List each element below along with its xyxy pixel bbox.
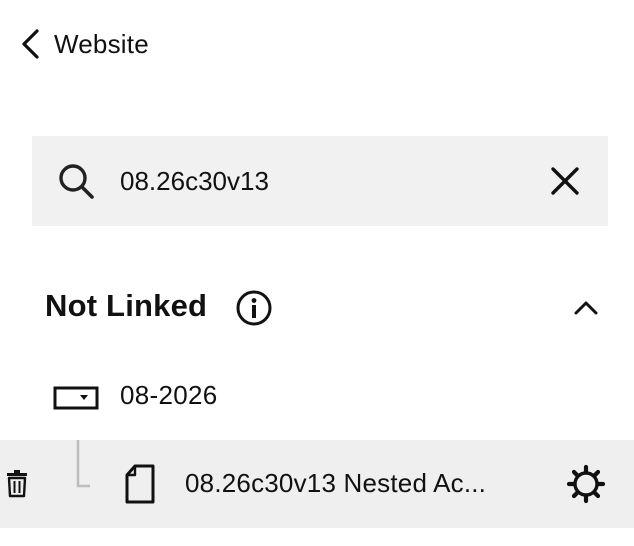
gear-icon[interactable] [566,464,606,504]
page-row[interactable]: 08.26c30v13 Nested Ac... [0,440,634,528]
page-panel: Website Not Linked 08-2026 [0,0,634,546]
back-button[interactable]: Website [18,24,149,64]
back-label: Website [54,28,149,59]
chevron-left-icon [22,29,39,59]
chevron-up-icon [574,301,598,315]
tree-connector [76,440,90,488]
trash-icon[interactable] [4,470,30,498]
search-icon [59,164,94,199]
folder-dropdown-icon [53,386,99,410]
close-icon [551,167,579,195]
collapse-section-button[interactable] [566,290,606,326]
search-input[interactable] [120,158,530,204]
folder-row[interactable]: 08-2026 [0,370,634,422]
folder-label: 08-2026 [120,380,218,410]
page-icon [125,464,155,504]
clear-search-button[interactable] [544,160,586,202]
section-title: Not Linked [45,288,208,323]
page-label: 08.26c30v13 Nested Ac... [185,468,487,498]
info-icon[interactable] [234,288,274,328]
